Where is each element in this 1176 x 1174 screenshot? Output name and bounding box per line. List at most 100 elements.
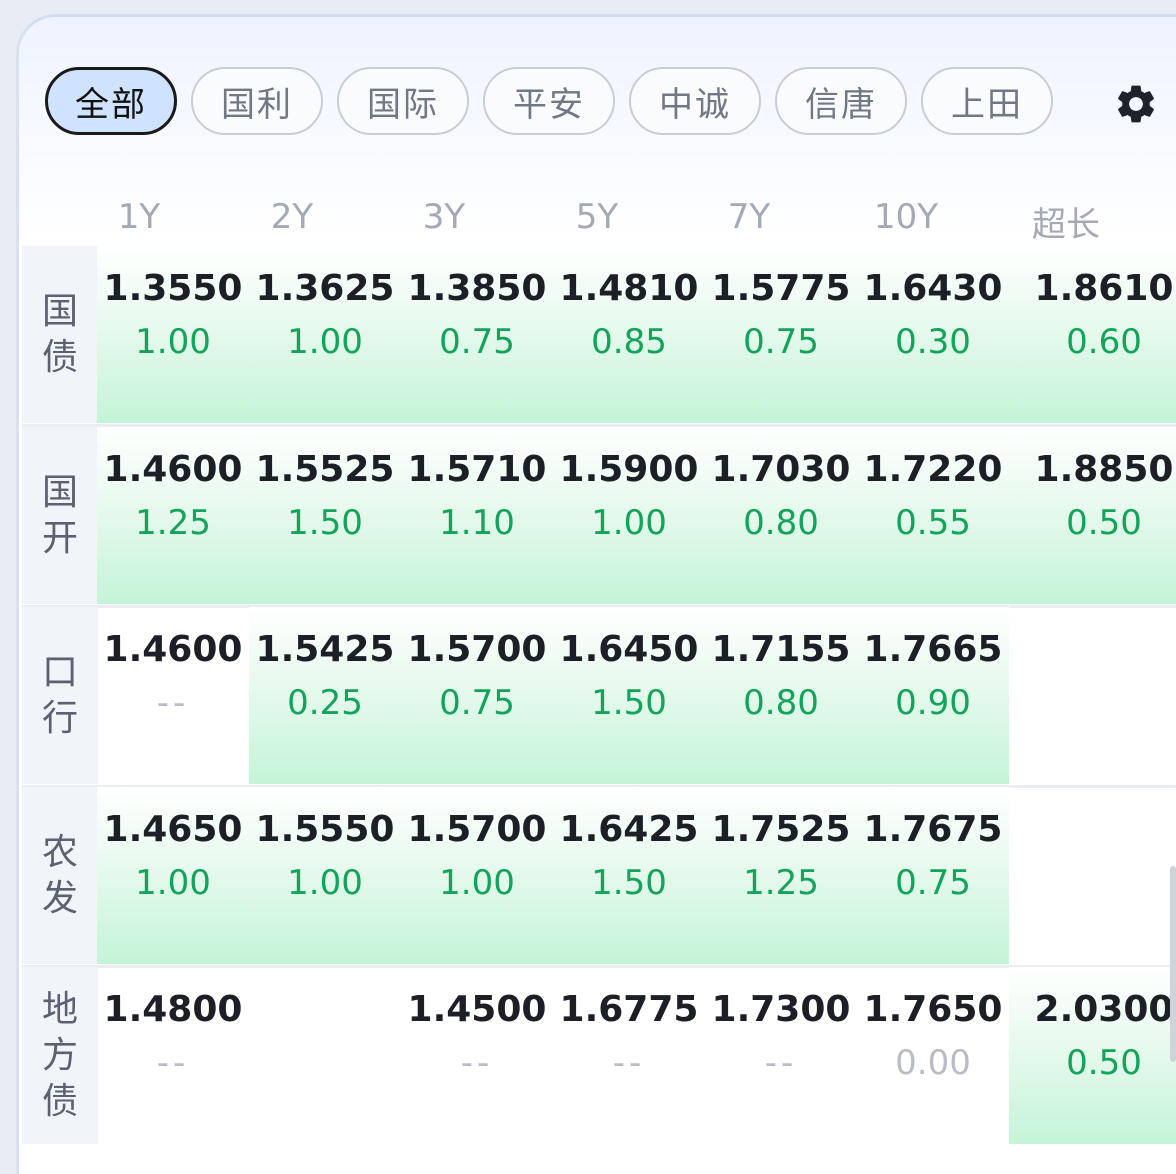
change-value: 1.00 <box>287 322 363 362</box>
change-value: -- <box>460 1043 494 1083</box>
yield-value: 1.7220 <box>863 449 1003 490</box>
change-value: -- <box>612 1043 646 1083</box>
change-value: 0.00 <box>895 1043 971 1083</box>
yield-value: 1.7650 <box>863 989 1003 1030</box>
yield-value: 2.0300 <box>1034 989 1174 1030</box>
gear-icon[interactable] <box>1113 81 1159 127</box>
quote-cell[interactable]: 1.4600 1.25 <box>97 427 249 604</box>
change-value: 0.25 <box>287 683 363 723</box>
change-value: 0.75 <box>895 863 971 903</box>
yield-value: 1.6450 <box>559 629 699 670</box>
row-label-char: 地 <box>41 988 78 1030</box>
scrollbar[interactable] <box>1170 866 1176 1062</box>
yield-value: 1.4650 <box>103 809 243 850</box>
quote-cell[interactable]: 1.5525 1.50 <box>249 427 401 604</box>
tab-2[interactable]: 国际 <box>337 67 469 135</box>
quote-cell[interactable]: 1.6775 -- <box>553 967 705 1144</box>
yield-value: 1.5700 <box>407 629 547 670</box>
row-label: 国债 <box>22 246 98 423</box>
row-label: 口行 <box>22 607 98 784</box>
quote-cell[interactable]: 1.4500 -- <box>401 967 553 1144</box>
broker-tabs: 全部 国利 国际 平安 中诚 信唐 上田 <box>45 67 1053 135</box>
change-value: 1.25 <box>743 863 819 903</box>
change-value: 0.85 <box>591 322 667 362</box>
yield-value: 1.7525 <box>711 809 851 850</box>
quote-cell[interactable] <box>1009 607 1176 784</box>
row-label-char: 口 <box>41 651 78 693</box>
quote-cell[interactable] <box>249 967 401 1144</box>
quote-cell[interactable]: 1.8610 0.60 <box>1009 246 1176 423</box>
quote-cell[interactable]: 1.7650 0.00 <box>857 967 1009 1144</box>
quote-cell[interactable]: 1.7155 0.80 <box>705 607 857 784</box>
yield-value: 1.4500 <box>407 989 547 1030</box>
change-value: 0.75 <box>743 322 819 362</box>
quote-cell[interactable]: 1.3550 1.00 <box>97 246 249 423</box>
quote-cell[interactable]: 2.0300 0.50 <box>1009 967 1176 1144</box>
quote-cell[interactable]: 1.7300 -- <box>705 967 857 1144</box>
quote-cell[interactable] <box>1009 787 1176 964</box>
change-value: 1.00 <box>287 863 363 903</box>
column-header: 2Y <box>270 197 314 237</box>
quote-cell[interactable]: 1.5700 0.75 <box>401 607 553 784</box>
quote-cell[interactable]: 1.3625 1.00 <box>249 246 401 423</box>
tab-6[interactable]: 上田 <box>921 67 1053 135</box>
quote-cell[interactable]: 1.5900 1.00 <box>553 427 705 604</box>
quote-cell[interactable]: 1.7030 0.80 <box>705 427 857 604</box>
column-header: 5Y <box>575 197 619 237</box>
yield-value: 1.5700 <box>407 809 547 850</box>
row-label-char: 开 <box>41 517 78 559</box>
tab-1[interactable]: 国利 <box>191 67 323 135</box>
row-label: 国开 <box>22 427 98 604</box>
quote-cell[interactable]: 1.7675 0.75 <box>857 787 1009 964</box>
yield-value: 1.7665 <box>863 629 1003 670</box>
row-label: 地方债 <box>22 967 98 1144</box>
change-value: -- <box>764 1043 798 1083</box>
yield-value: 1.7300 <box>711 989 851 1030</box>
quote-cell[interactable]: 1.6430 0.30 <box>857 246 1009 423</box>
change-value: 0.80 <box>743 503 819 543</box>
change-value: 0.75 <box>439 683 515 723</box>
row-label-char: 行 <box>41 697 78 739</box>
yield-value: 1.5425 <box>255 629 395 670</box>
column-header: 7Y <box>727 197 771 237</box>
yield-value: 1.7030 <box>711 449 851 490</box>
change-value: 1.00 <box>591 503 667 543</box>
row-label-char: 债 <box>41 336 78 378</box>
quote-cell[interactable]: 1.5550 1.00 <box>249 787 401 964</box>
yield-value: 1.5525 <box>255 449 395 490</box>
tab-5[interactable]: 信唐 <box>775 67 907 135</box>
quote-cell[interactable]: 1.6425 1.50 <box>553 787 705 964</box>
column-header: 3Y <box>422 197 466 237</box>
quote-cell[interactable]: 1.4800 -- <box>97 967 249 1144</box>
quote-cell[interactable]: 1.4650 1.00 <box>97 787 249 964</box>
quote-cell[interactable]: 1.5700 1.00 <box>401 787 553 964</box>
tab-4[interactable]: 中诚 <box>629 67 761 135</box>
quote-cell[interactable]: 1.8850 0.50 <box>1009 427 1176 604</box>
row-label-char: 国 <box>41 471 78 513</box>
change-value: 1.50 <box>591 863 667 903</box>
row-label-char: 发 <box>41 877 78 919</box>
change-value: 1.25 <box>135 503 211 543</box>
row-label-char: 方 <box>41 1034 78 1076</box>
tab-3[interactable]: 平安 <box>483 67 615 135</box>
quote-cell[interactable]: 1.7525 1.25 <box>705 787 857 964</box>
quote-cell[interactable]: 1.5775 0.75 <box>705 246 857 423</box>
change-value: -- <box>156 1043 190 1083</box>
quote-cell[interactable]: 1.4810 0.85 <box>553 246 705 423</box>
tab-0[interactable]: 全部 <box>45 67 177 135</box>
yield-value: 1.5775 <box>711 268 851 309</box>
bond-quote-panel: 全部 国利 国际 平安 中诚 信唐 上田 1Y 2Y 3Y 5Y 7Y 10Y 超长 国债 1.3550 1… <box>16 14 1176 1174</box>
change-value: 1.00 <box>439 863 515 903</box>
quote-cell[interactable]: 1.5710 1.10 <box>401 427 553 604</box>
quote-cell[interactable]: 1.6450 1.50 <box>553 607 705 784</box>
row-label-char: 国 <box>41 290 78 332</box>
quote-cell[interactable]: 1.3850 0.75 <box>401 246 553 423</box>
quote-cell[interactable]: 1.4600 -- <box>97 607 249 784</box>
quote-cell[interactable]: 1.7220 0.55 <box>857 427 1009 604</box>
quote-cell[interactable]: 1.5425 0.25 <box>249 607 401 784</box>
change-value: 1.00 <box>135 863 211 903</box>
yield-value: 1.3550 <box>103 268 243 309</box>
change-value: 0.50 <box>1066 503 1142 543</box>
quote-cell[interactable]: 1.7665 0.90 <box>857 607 1009 784</box>
change-value: 0.80 <box>743 683 819 723</box>
